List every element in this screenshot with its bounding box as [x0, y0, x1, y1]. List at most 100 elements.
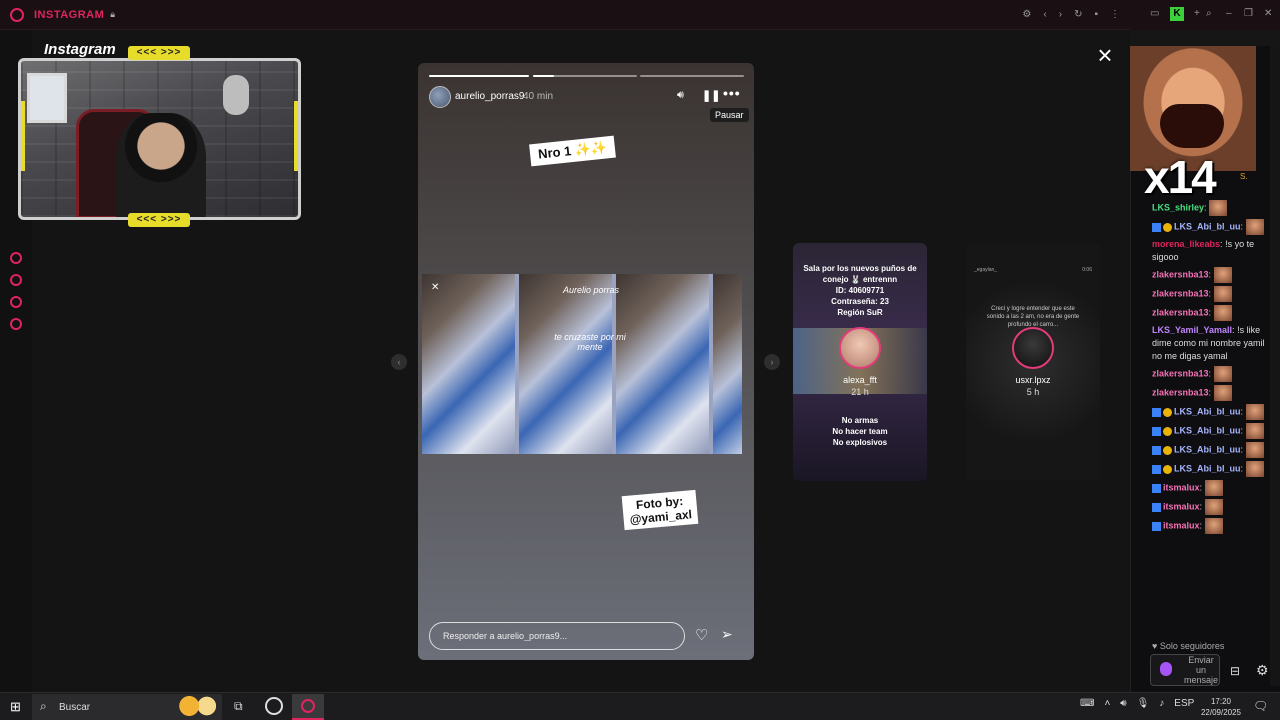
- preview-2-username: usxr.lpxz: [1015, 375, 1051, 385]
- close-window-icon[interactable]: ✕: [1264, 8, 1272, 19]
- preview-2-top-left: _egaylan_: [974, 267, 998, 273]
- story-preview-1[interactable]: Sala por los nuevos puños de conejo 🐰 en…: [793, 243, 927, 481]
- collage-caption-text: te cruzaste por mi mente: [554, 332, 626, 352]
- settings-icon[interactable]: ⚙: [1022, 9, 1031, 20]
- story-username[interactable]: aurelio_porras9: [455, 91, 525, 102]
- emote-icon: [1204, 480, 1223, 496]
- chat-username[interactable]: itsmalux: [1163, 482, 1200, 492]
- notifications-icon[interactable]: 🗨︎: [1253, 699, 1268, 713]
- subscriber-badge-icon: [1152, 407, 1161, 417]
- story-preview-2[interactable]: _egaylan_ 0:06 Creci y logre entender qu…: [966, 243, 1100, 481]
- plus-icon[interactable]: +: [1194, 8, 1200, 19]
- rail-home-icon[interactable]: [10, 252, 22, 264]
- webcam-overlay-label: Instagram: [44, 41, 116, 58]
- instagram-taskbar-icon[interactable]: [292, 694, 324, 720]
- sticker-foto-by: Foto by: @yami_axl: [621, 489, 699, 531]
- chat-username[interactable]: zlakersnba13: [1152, 307, 1209, 317]
- back-icon[interactable]: ‹: [1043, 9, 1046, 20]
- close-icon[interactable]: ×: [1094, 42, 1116, 68]
- reload-icon[interactable]: ↻: [1074, 9, 1082, 20]
- gifter-badge-icon: [1163, 464, 1172, 474]
- chat-message: LKS_Abi_bl_uu:: [1152, 404, 1276, 420]
- extension-icon[interactable]: ▪: [1094, 9, 1098, 20]
- language-indicator[interactable]: ESP: [1174, 698, 1194, 709]
- preview-1-avatar: [839, 327, 881, 369]
- chat-message: LKS_Abi_bl_uu:: [1152, 423, 1276, 439]
- chat-username[interactable]: LKS_Abi_bl_uu: [1174, 425, 1241, 435]
- chat-username[interactable]: LKS_Abi_bl_uu: [1174, 444, 1241, 454]
- progress-segment-1: [429, 75, 529, 77]
- preview-2-header: Creci y logre entender que este sonido a…: [986, 306, 1080, 328]
- tray-chevron-icon[interactable]: ˄: [1104, 698, 1110, 709]
- reply-input[interactable]: [429, 622, 685, 650]
- rail-compass-icon[interactable]: [10, 296, 22, 308]
- taskbar-clock[interactable]: 17:20 22/09/2025: [1196, 696, 1246, 718]
- mic-tray-icon[interactable]: 🎙︎: [1137, 698, 1150, 709]
- like-heart-icon[interactable]: ♡: [695, 626, 708, 644]
- more-options-icon[interactable]: •••: [723, 85, 741, 101]
- chat-username[interactable]: zlakersnba13: [1152, 269, 1209, 279]
- minimize-icon[interactable]: –: [1226, 8, 1232, 19]
- rail-clock-icon[interactable]: [10, 274, 22, 286]
- gifter-badge-icon: [1163, 222, 1172, 232]
- subscriber-badge-icon: [1152, 222, 1161, 232]
- story-card: aurelio_porras9 40 min 🔊︎ ❚❚ ••• Pausar …: [418, 63, 754, 660]
- keyboard-icon[interactable]: ⌨: [1080, 698, 1094, 709]
- task-view-icon[interactable]: ⧉: [234, 699, 243, 714]
- streamer: [116, 113, 206, 217]
- emote-icon: [1245, 219, 1264, 235]
- chat-tag: S.: [1240, 172, 1248, 181]
- chat-username[interactable]: LKS_Abi_bl_uu: [1174, 221, 1241, 231]
- emote-icon: [1245, 442, 1264, 458]
- collage-name-text: Aurelio porras: [563, 285, 620, 295]
- chat-message: zlakersnba13:: [1152, 305, 1276, 321]
- emote-icon: [1213, 366, 1232, 382]
- menu-icon[interactable]: ⋮: [1110, 9, 1120, 20]
- subscriber-badge-icon: [1152, 445, 1161, 455]
- chat-username[interactable]: zlakersnba13: [1152, 288, 1209, 298]
- progress-segment-3: [640, 75, 744, 77]
- restore-icon[interactable]: ❐: [1244, 8, 1253, 19]
- windows-start-icon[interactable]: ⊞: [10, 699, 21, 715]
- pause-icon[interactable]: ❚❚: [702, 89, 720, 102]
- chat-username[interactable]: itsmalux: [1163, 501, 1200, 511]
- story-avatar[interactable]: [429, 86, 451, 108]
- cast-icon[interactable]: ▭: [1150, 8, 1159, 19]
- story-collage-image: ✕ Aurelio porras te cruzaste por mi ment…: [422, 274, 742, 454]
- speaker-icon[interactable]: ♪: [1159, 698, 1164, 709]
- chat-message: LKS_Yamil_Yamall: !s like dime como mi n…: [1152, 325, 1265, 361]
- gift-icon[interactable]: ⊟: [1230, 664, 1240, 678]
- gifter-badge-icon: [1163, 426, 1172, 436]
- chat-message: LKS_Abi_bl_uu:: [1152, 442, 1276, 458]
- rail-settings-icon[interactable]: [10, 318, 22, 330]
- chat-username[interactable]: itsmalux: [1163, 520, 1200, 530]
- sound-icon[interactable]: 🔊︎: [677, 89, 684, 102]
- browser-nav: ⚙ ‹ › ↻ ▪ ⋮: [1022, 9, 1120, 20]
- send-icon[interactable]: ➢: [721, 626, 733, 643]
- instagram-logo-icon: [10, 7, 24, 22]
- microphone-icon[interactable]: [1160, 662, 1172, 676]
- chat-username[interactable]: morena_likeabs: [1152, 239, 1220, 249]
- chat-username[interactable]: LKS_Abi_bl_uu: [1174, 406, 1241, 416]
- chat-username[interactable]: zlakersnba13: [1152, 368, 1209, 378]
- extension-bar: ▭ + ⌕ – ❐ ✕: [1130, 0, 1280, 30]
- chat-username[interactable]: zlakersnba13: [1152, 387, 1209, 397]
- chat-username[interactable]: LKS_shirley: [1152, 202, 1204, 212]
- chat-username[interactable]: LKS_Yamil_Yamall: [1152, 325, 1232, 335]
- forward-icon[interactable]: ›: [1059, 9, 1062, 20]
- previous-story-button[interactable]: ‹: [391, 354, 407, 370]
- chat-settings-icon[interactable]: ⚙: [1256, 662, 1269, 679]
- zoom-icon[interactable]: ⌕: [1206, 8, 1212, 19]
- chat-username[interactable]: LKS_Abi_bl_uu: [1174, 463, 1241, 473]
- next-story-button[interactable]: ›: [764, 354, 780, 370]
- taskbar-search-label: Buscar: [59, 702, 91, 713]
- wall-picture: [27, 73, 67, 123]
- gifter-badge-icon: [1163, 407, 1172, 417]
- subscriber-badge-icon: [1152, 521, 1161, 531]
- kick-icon[interactable]: K: [1170, 7, 1184, 21]
- chrome-taskbar-icon[interactable]: [265, 697, 283, 715]
- volume-icon[interactable]: 🔊︎: [1120, 698, 1126, 709]
- emote-icon: [1245, 461, 1264, 477]
- chat-message: zlakersnba13:: [1152, 267, 1276, 283]
- gifter-badge-icon: [1163, 445, 1172, 455]
